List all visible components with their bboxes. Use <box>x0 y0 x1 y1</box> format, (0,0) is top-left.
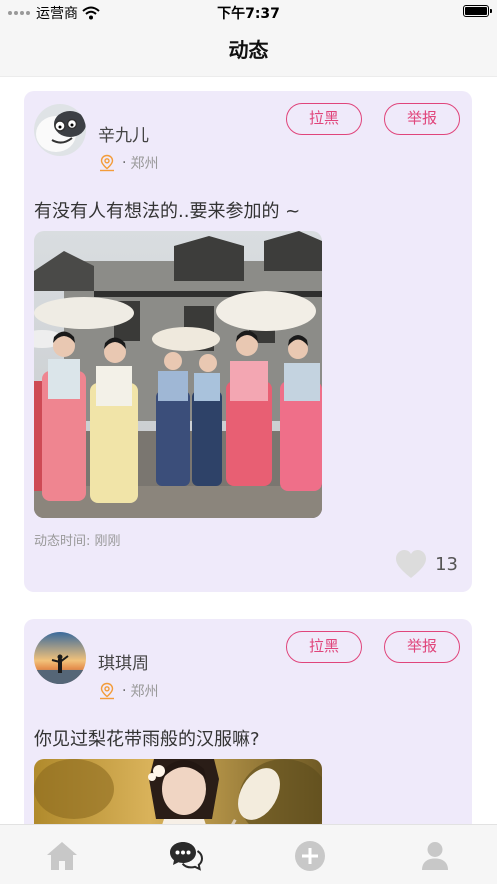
location: · 郑州 <box>98 153 158 173</box>
feed[interactable]: 辛九儿 · 郑州 拉黑 举报 有没有人有想法的..要来参加的 ~ 动态时间: 刚… <box>0 77 497 824</box>
post-card: 辛九儿 · 郑州 拉黑 举报 有没有人有想法的..要来参加的 ~ 动态时间: 刚… <box>24 91 472 592</box>
status-bar: 运营商 下午7:37 <box>0 0 497 24</box>
tab-messages[interactable] <box>169 839 203 873</box>
username[interactable]: 琪琪周 <box>98 649 149 674</box>
profile-icon <box>422 842 448 870</box>
username[interactable]: 辛九儿 <box>98 121 149 146</box>
post-content: 你见过梨花带雨般的汉服嘛? <box>34 729 260 750</box>
like-button[interactable]: 13 <box>395 549 458 579</box>
tab-bar <box>0 824 497 884</box>
location: · 郑州 <box>98 681 158 701</box>
tab-publish[interactable] <box>293 839 327 873</box>
nav-title: 动态 <box>0 24 497 77</box>
location-separator: · <box>122 155 127 171</box>
post-image[interactable] <box>34 231 322 518</box>
add-icon <box>295 841 325 871</box>
location-pin-icon <box>100 682 114 700</box>
report-button[interactable]: 举报 <box>384 103 460 135</box>
location-label: 郑州 <box>130 684 159 700</box>
avatar[interactable] <box>34 632 86 684</box>
tab-home[interactable] <box>45 839 79 873</box>
home-icon <box>47 842 77 870</box>
post-image[interactable] <box>34 759 322 824</box>
tab-profile[interactable] <box>418 839 452 873</box>
battery-icon <box>463 5 492 17</box>
status-time: 下午7:37 <box>217 6 280 22</box>
report-button[interactable]: 举报 <box>384 631 460 663</box>
post-time: 动态时间: 刚刚 <box>34 534 121 549</box>
location-label: 郑州 <box>130 156 159 172</box>
block-button[interactable]: 拉黑 <box>286 631 362 663</box>
post-content: 有没有人有想法的..要来参加的 ~ <box>34 201 301 222</box>
location-pin-icon <box>100 154 114 172</box>
heart-icon[interactable] <box>395 549 427 579</box>
post-card: 琪琪周 · 郑州 拉黑 举报 你见过梨花带雨般的汉服嘛? <box>24 619 472 824</box>
like-count: 13 <box>435 553 458 575</box>
location-separator: · <box>122 683 127 699</box>
chat-icon <box>170 842 203 871</box>
avatar[interactable] <box>34 104 86 156</box>
block-button[interactable]: 拉黑 <box>286 103 362 135</box>
